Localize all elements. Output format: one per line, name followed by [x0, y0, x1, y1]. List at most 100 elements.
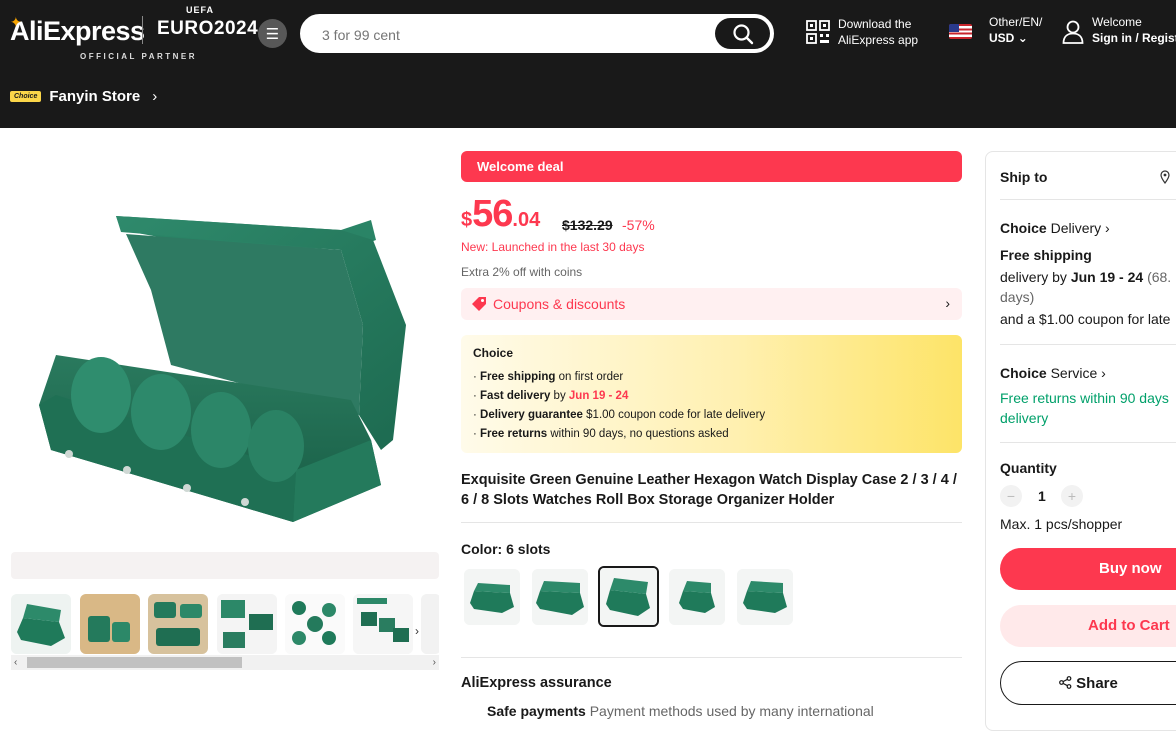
store-link[interactable]: Choice Fanyin Store ›	[10, 88, 157, 105]
choice-service-text: Service	[1046, 365, 1098, 381]
divider	[461, 657, 962, 658]
thumbnail-strip	[11, 594, 439, 654]
divider	[1000, 442, 1176, 443]
benefit-1-bold: Free shipping	[480, 371, 556, 383]
user-icon[interactable]	[1062, 20, 1084, 44]
color-option-1[interactable]	[464, 569, 520, 625]
thumbnail-2[interactable]	[80, 594, 140, 654]
thumbnail-scrollbar[interactable]: ‹ ›	[11, 655, 439, 670]
scroll-left-icon[interactable]: ‹	[14, 655, 17, 670]
aliexpress-logo[interactable]: ✦ AliExpress	[10, 14, 145, 47]
scrollbar-thumb[interactable]	[27, 657, 242, 668]
thumbnail-next-icon[interactable]: ›	[415, 624, 419, 638]
search-icon	[732, 23, 753, 44]
chevron-right-icon: ›	[1101, 365, 1106, 381]
uefa-label: UEFA	[186, 5, 215, 15]
top-header: ✦ AliExpress UEFA EURO2024 OFFICIAL PARTN…	[0, 0, 1176, 128]
quantity-value[interactable]: 1	[1038, 488, 1046, 504]
delivery-days: days)	[1000, 289, 1035, 305]
color-option-5[interactable]	[737, 569, 793, 625]
sign-in-register: Sign in / Regist	[1092, 31, 1176, 45]
thumbnail-6[interactable]	[353, 594, 413, 654]
coupons-label: Coupons & discounts	[493, 296, 626, 312]
locale-selector[interactable]: Other/EN/ USD ⌄	[989, 14, 1042, 46]
choice-service-bold: Choice	[1000, 365, 1047, 381]
late-coupon-note: and a $1.00 coupon for late	[1000, 311, 1171, 327]
thumbnail-7[interactable]	[421, 594, 439, 654]
delivery-estimate: delivery by Jun 19 - 24 (68.	[1000, 269, 1171, 285]
search-input[interactable]	[322, 25, 702, 45]
menu-icon[interactable]: ☰	[258, 19, 287, 48]
benefit-3-text: $1.00 coupon code for late delivery	[582, 409, 766, 421]
search-bar	[300, 14, 774, 53]
chevron-right-icon: ›	[152, 88, 158, 105]
delivery-prefix: delivery by	[1000, 269, 1071, 285]
location-pin-icon[interactable]	[1160, 170, 1170, 184]
logo-divider	[142, 16, 143, 44]
star-icon: ✦	[10, 14, 22, 30]
benefit-1-text: on first order	[555, 371, 624, 383]
choice-benefit-3: · Delivery guarantee $1.00 coupon code f…	[473, 409, 766, 421]
color-option-3-selected[interactable]	[598, 566, 659, 627]
color-option-2[interactable]	[532, 569, 588, 625]
product-title: Exquisite Green Genuine Leather Hexagon …	[461, 472, 957, 508]
thumbnail-4[interactable]	[217, 594, 277, 654]
download-line2: AliExpress app	[838, 33, 919, 47]
choice-benefit-1: · Free shipping on first order	[473, 371, 624, 383]
safe-payments-desc: Payment methods used by many internation…	[589, 703, 874, 719]
free-shipping-label: Free shipping	[1000, 247, 1092, 263]
divider	[1000, 199, 1176, 200]
chevron-right-icon: ›	[945, 295, 950, 311]
choice-service-link[interactable]: Choice Service ›	[1000, 365, 1106, 381]
add-to-cart-button[interactable]: Add to Cart	[1000, 605, 1176, 647]
color-option-4[interactable]	[669, 569, 725, 625]
color-label: Color: 6 slots	[461, 541, 551, 557]
thumbnail-1[interactable]	[11, 594, 71, 654]
price-integer: 56	[472, 193, 513, 235]
benefit-4-bold: Free returns	[480, 428, 548, 440]
free-returns-line1: Free returns within 90 days	[1000, 390, 1169, 406]
quantity-label: Quantity	[1000, 460, 1057, 476]
assurance-heading: AliExpress assurance	[461, 675, 612, 691]
choice-delivery-link[interactable]: Choice Delivery ›	[1000, 220, 1110, 236]
thumbnail-5[interactable]	[285, 594, 345, 654]
quantity-decrease-button[interactable]: −	[1000, 485, 1022, 507]
coupons-row[interactable]: Coupons & discounts ›	[461, 288, 962, 320]
choice-delivery-text: Delivery	[1046, 220, 1102, 236]
welcome-deal-banner: Welcome deal	[461, 151, 962, 182]
discount-percent: -57%	[622, 217, 655, 233]
euro2024-logo: EURO2024	[157, 18, 259, 39]
share-button[interactable]: Share	[1000, 661, 1176, 705]
quantity-increase-button[interactable]: +	[1061, 485, 1083, 507]
download-app-link[interactable]: Download the AliExpress app	[838, 16, 918, 48]
choice-benefit-4: · Free returns within 90 days, no questi…	[473, 428, 729, 440]
coupon-tag-icon	[472, 297, 486, 311]
new-launch-note: New: Launched in the last 30 days	[461, 240, 645, 254]
coins-note: Extra 2% off with coins	[461, 265, 583, 279]
thumbnail-3[interactable]	[148, 594, 208, 654]
scroll-right-icon[interactable]: ›	[433, 655, 436, 670]
search-button[interactable]	[715, 18, 770, 49]
divider	[461, 522, 962, 523]
current-price: $ 56 .04	[461, 193, 540, 236]
choice-benefits-box[interactable]: Choice · Free shipping on first order · …	[461, 335, 962, 453]
chevron-down-icon: ⌄	[1017, 31, 1028, 45]
buy-now-button[interactable]: Buy now	[1000, 548, 1176, 590]
product-main-image[interactable]	[11, 150, 439, 548]
qr-code-icon[interactable]	[806, 20, 830, 44]
delivery-date: Jun 19 - 24	[1070, 269, 1144, 285]
price-decimal: .04	[512, 209, 541, 231]
benefit-2-date: Jun 19 - 24	[568, 390, 629, 402]
us-flag-icon[interactable]	[949, 24, 972, 39]
price-currency: $	[461, 209, 473, 231]
benefit-2-text: by	[550, 390, 569, 402]
download-line1: Download the	[838, 17, 912, 31]
original-price: $132.29	[562, 217, 613, 233]
welcome-line1: Welcome	[1092, 15, 1142, 29]
safe-payments-row: Safe payments Payment methods used by ma…	[487, 703, 874, 719]
benefit-4-text: within 90 days, no questions asked	[547, 428, 729, 440]
sign-in-link[interactable]: Welcome Sign in / Regist	[1092, 14, 1176, 46]
divider	[1000, 344, 1176, 345]
benefit-3-bold: Delivery guarantee	[480, 409, 583, 421]
logo-text: AliExpress	[10, 16, 145, 46]
